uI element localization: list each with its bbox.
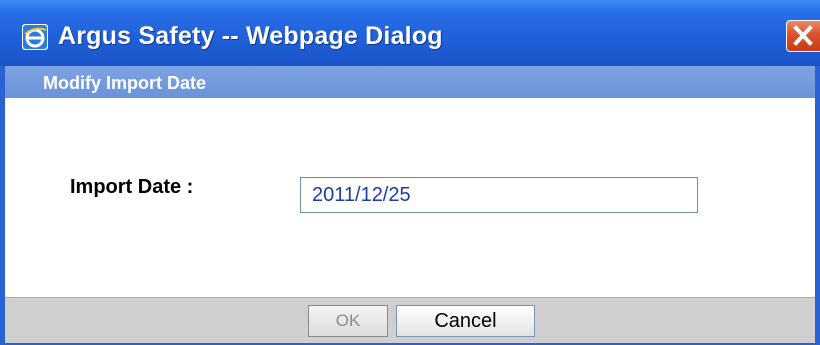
dialog-title: Argus Safety -- Webpage Dialog [58, 22, 443, 50]
internet-explorer-icon [22, 24, 48, 50]
cancel-button[interactable]: Cancel [396, 305, 535, 337]
section-header: Modify Import Date [5, 66, 815, 98]
dialog-title-bar[interactable]: Argus Safety -- Webpage Dialog [0, 0, 820, 66]
section-title: Modify Import Date [43, 73, 207, 93]
import-date-label: Import Date : [70, 176, 194, 198]
close-button[interactable] [786, 20, 820, 52]
import-date-input[interactable] [300, 177, 698, 213]
ok-button[interactable]: OK [308, 305, 388, 337]
